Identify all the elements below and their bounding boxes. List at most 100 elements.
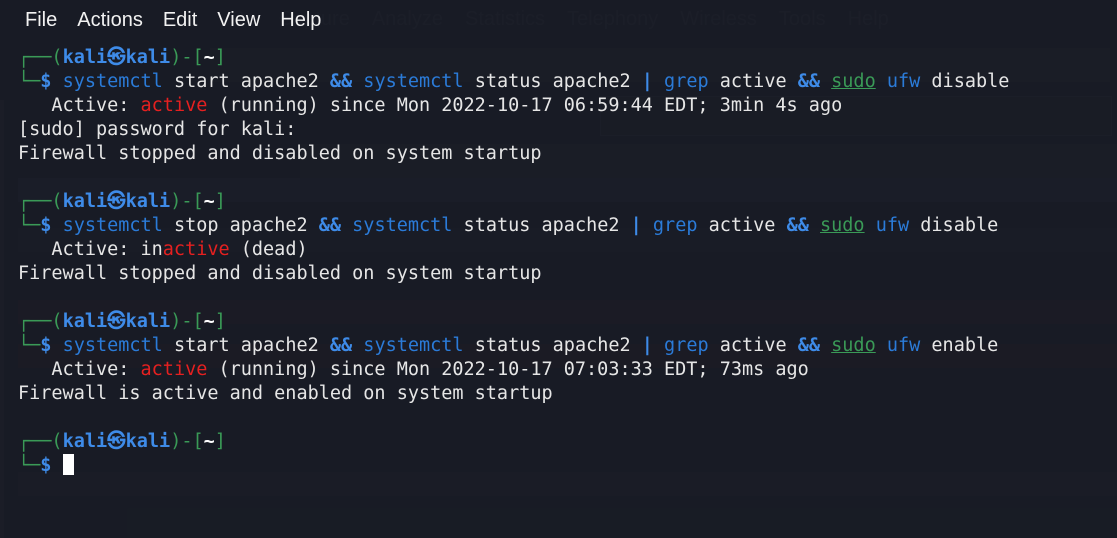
- output-text: Active:: [18, 95, 141, 116]
- prompt-frame: ┌──(: [18, 47, 63, 68]
- command-token: &&: [318, 215, 342, 236]
- prompt-symbol: $: [40, 71, 52, 92]
- command-token: [820, 335, 831, 356]
- output-line: Active: active (running) since Mon 2022-…: [18, 358, 1117, 382]
- menu-edit[interactable]: Edit: [163, 9, 197, 32]
- command-token: systemctl: [62, 71, 163, 92]
- status-active-highlight: active: [162, 239, 230, 260]
- command-token: start apache2: [162, 335, 330, 356]
- menu-view[interactable]: View: [217, 9, 260, 32]
- prompt-line: ┌──(kali㉿kali)-[~]: [18, 430, 1117, 454]
- prompt-host: kali: [125, 311, 171, 332]
- output-text: Firewall stopped and disabled on system …: [18, 263, 542, 284]
- prompt-frame: └─: [18, 455, 41, 476]
- command-line: └─$ systemctl start apache2 && systemctl…: [18, 334, 1117, 358]
- command-token: systemctl: [62, 335, 163, 356]
- prompt-symbol: $: [40, 455, 52, 476]
- prompt-at-icon: ㉿: [107, 431, 126, 452]
- command-token: sudo: [831, 71, 876, 92]
- prompt-frame: └─: [18, 335, 41, 356]
- prompt-at-icon: ㉿: [107, 191, 126, 212]
- prompt-frame: )-[: [170, 191, 204, 212]
- output-text: (dead): [229, 239, 308, 260]
- command-token: status apache2: [463, 71, 642, 92]
- terminal-window[interactable]: File Actions Edit View Help ┌──(kali㉿kal…: [0, 0, 1117, 538]
- command-token: |: [641, 335, 653, 356]
- prompt-frame: )-[: [170, 47, 204, 68]
- output-text: [sudo] password for kali:: [18, 119, 297, 140]
- command-token: &&: [797, 71, 821, 92]
- command-token: [809, 215, 820, 236]
- terminal-output[interactable]: ┌──(kali㉿kali)-[~] └─$ systemctl start ap…: [18, 46, 1117, 478]
- prompt-frame: ┌──(: [18, 191, 63, 212]
- output-text: Active:: [18, 359, 141, 380]
- command-token: disable: [909, 215, 999, 236]
- prompt-at-icon: ㉿: [107, 47, 126, 68]
- command-line: └─$ systemctl start apache2 && systemctl…: [18, 70, 1117, 94]
- command-token: &&: [329, 71, 353, 92]
- prompt-frame: )-[: [170, 431, 204, 452]
- command-token: |: [630, 215, 642, 236]
- command-token: grep: [641, 215, 698, 236]
- prompt-directory: ~: [203, 191, 215, 212]
- status-active-highlight: active: [140, 95, 208, 116]
- command-token: grep: [652, 71, 709, 92]
- command-token: systemctl: [352, 71, 464, 92]
- command-token: status apache2: [463, 335, 642, 356]
- command-token: &&: [797, 335, 821, 356]
- prompt-frame: └─: [18, 71, 41, 92]
- command-token: disable: [920, 71, 1010, 92]
- output-text: Firewall is active and enabled on system…: [18, 383, 553, 404]
- command-token: sudo: [820, 215, 865, 236]
- command-token: &&: [329, 335, 353, 356]
- prompt-frame: ]: [214, 47, 226, 68]
- prompt-at-icon: ㉿: [107, 311, 126, 332]
- output-line: [sudo] password for kali:: [18, 118, 1117, 142]
- prompt-frame: ]: [214, 191, 226, 212]
- prompt-frame: ]: [214, 311, 226, 332]
- prompt-frame: ┌──(: [18, 311, 63, 332]
- prompt-user: kali: [62, 431, 108, 452]
- command-token: |: [641, 71, 653, 92]
- command-token: grep: [652, 335, 709, 356]
- command-token: active: [708, 335, 798, 356]
- command-token: status apache2: [452, 215, 631, 236]
- command-token: active: [708, 71, 798, 92]
- command-token: stop apache2: [162, 215, 319, 236]
- output-text: (running) since Mon 2022-10-17 07:03:33 …: [207, 359, 809, 380]
- prompt-host: kali: [125, 47, 171, 68]
- prompt-frame: )-[: [170, 311, 204, 332]
- prompt-directory: ~: [203, 311, 215, 332]
- prompt-host: kali: [125, 431, 171, 452]
- prompt-line: ┌──(kali㉿kali)-[~]: [18, 46, 1117, 70]
- terminal-menubar: File Actions Edit View Help: [0, 0, 1117, 40]
- command-token: &&: [786, 215, 809, 236]
- command-token: sudo: [831, 335, 876, 356]
- output-line: Firewall stopped and disabled on system …: [18, 262, 1117, 286]
- command-line: └─$ systemctl stop apache2 && systemctl …: [18, 214, 1117, 238]
- prompt-user: kali: [62, 311, 108, 332]
- menu-file[interactable]: File: [25, 9, 57, 32]
- prompt-symbol: $: [40, 215, 52, 236]
- menu-actions[interactable]: Actions: [77, 9, 143, 32]
- command-token: ufw: [864, 215, 910, 236]
- prompt-frame: └─: [18, 215, 41, 236]
- text-cursor: [62, 454, 74, 475]
- command-token: [820, 71, 831, 92]
- command-token: systemctl: [352, 335, 464, 356]
- prompt-directory: ~: [203, 431, 215, 452]
- output-line: Active: active (running) since Mon 2022-…: [18, 94, 1117, 118]
- command-token: ufw: [875, 335, 921, 356]
- command-token: start apache2: [162, 71, 330, 92]
- prompt-line: ┌──(kali㉿kali)-[~]: [18, 190, 1117, 214]
- menu-help[interactable]: Help: [280, 9, 321, 32]
- command-token: active: [697, 215, 787, 236]
- command-token: systemctl: [62, 215, 163, 236]
- prompt-directory: ~: [203, 47, 215, 68]
